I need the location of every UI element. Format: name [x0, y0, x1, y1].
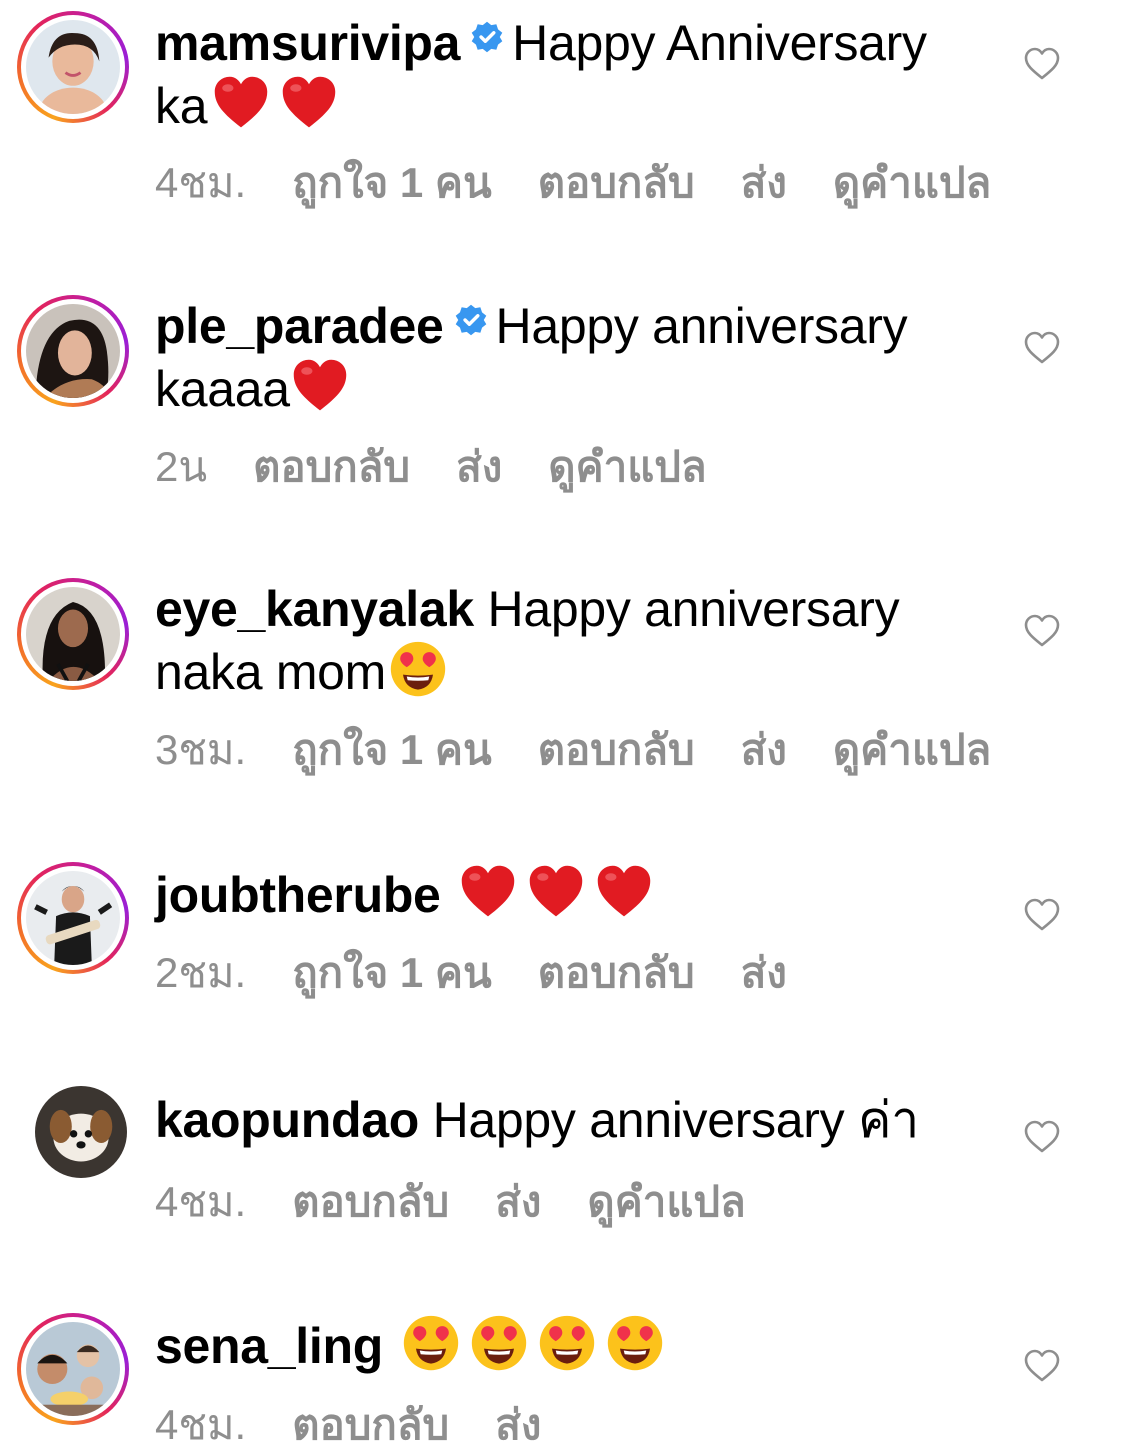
- comment-body: ple_paradee Happy anniversary kaaaa: [155, 296, 985, 419]
- heart-outline-icon[interactable]: [1022, 1117, 1062, 1157]
- username[interactable]: joubtherube: [155, 867, 441, 923]
- reply-button[interactable]: ตอบกลับ: [253, 443, 410, 490]
- red-heart-emoji: [279, 73, 339, 133]
- comment-body: joubtherube: [155, 862, 985, 925]
- comment-meta: 4ชม. ตอบกลับ ส่ง: [155, 1400, 541, 1450]
- red-heart-emoji: [211, 73, 271, 133]
- timestamp: 2ชม.: [155, 949, 247, 996]
- verified-badge-icon: [454, 303, 488, 337]
- heart-eyes-emoji: [605, 1313, 665, 1373]
- comment-meta: 2น ตอบกลับ ส่ง ดูคำแปล: [155, 442, 707, 492]
- heart-outline-icon[interactable]: [1022, 328, 1062, 368]
- send-button[interactable]: ส่ง: [495, 1178, 541, 1225]
- username[interactable]: sena_ling: [155, 1318, 383, 1374]
- username[interactable]: kaopundao: [155, 1092, 419, 1148]
- red-heart-emoji: [594, 862, 654, 922]
- avatar: [26, 871, 120, 965]
- heart-outline-icon[interactable]: [1022, 895, 1062, 935]
- comment-body: kaopundao Happy anniversary ค่า: [155, 1090, 985, 1150]
- heart-outline-icon[interactable]: [1022, 44, 1062, 84]
- red-heart-emoji: [526, 862, 586, 922]
- username[interactable]: mamsurivipa: [155, 15, 460, 71]
- avatar: [26, 304, 120, 398]
- username[interactable]: ple_paradee: [155, 298, 444, 354]
- timestamp: 4ชม.: [155, 159, 247, 206]
- reply-button[interactable]: ตอบกลับ: [538, 949, 695, 996]
- comment-body: mamsurivipa Happy Anniversary ka: [155, 13, 985, 136]
- send-button[interactable]: ส่ง: [456, 443, 502, 490]
- likes-count[interactable]: ถูกใจ 1 คน: [292, 726, 491, 773]
- send-button[interactable]: ส่ง: [741, 949, 787, 996]
- reply-button[interactable]: ตอบกลับ: [538, 159, 695, 206]
- reply-button[interactable]: ตอบกลับ: [538, 726, 695, 773]
- comment-text: Happy anniversary ค่า: [432, 1092, 920, 1148]
- avatar: [26, 587, 120, 681]
- heart-eyes-emoji: [388, 639, 448, 699]
- avatar-story-ring[interactable]: [17, 578, 129, 690]
- avatar: [35, 1086, 127, 1178]
- comment-meta: 2ชม. ถูกใจ 1 คน ตอบกลับ ส่ง: [155, 948, 787, 998]
- heart-eyes-emoji: [469, 1313, 529, 1373]
- red-heart-emoji: [458, 862, 518, 922]
- avatar-story-ring[interactable]: [17, 1313, 129, 1425]
- comment-meta: 3ชม. ถูกใจ 1 คน ตอบกลับ ส่ง ดูคำแปล: [155, 725, 991, 775]
- heart-eyes-emoji: [401, 1313, 461, 1373]
- timestamp: 4ชม.: [155, 1178, 247, 1225]
- comment-body: sena_ling: [155, 1313, 985, 1376]
- send-button[interactable]: ส่ง: [495, 1401, 541, 1448]
- translate-button[interactable]: ดูคำแปล: [833, 726, 991, 773]
- avatar-story-ring[interactable]: [17, 862, 129, 974]
- heart-eyes-emoji: [537, 1313, 597, 1373]
- timestamp: 4ชม.: [155, 1401, 247, 1448]
- likes-count[interactable]: ถูกใจ 1 คน: [292, 159, 491, 206]
- translate-button[interactable]: ดูคำแปล: [587, 1178, 745, 1225]
- translate-button[interactable]: ดูคำแปล: [548, 443, 706, 490]
- username[interactable]: eye_kanyalak: [155, 581, 474, 637]
- translate-button[interactable]: ดูคำแปล: [833, 159, 991, 206]
- comment-body: eye_kanyalak Happy anniversary naka mom: [155, 579, 985, 702]
- heart-outline-icon[interactable]: [1022, 1346, 1062, 1386]
- avatar: [26, 20, 120, 114]
- avatar: [26, 1322, 120, 1416]
- reply-button[interactable]: ตอบกลับ: [292, 1178, 449, 1225]
- send-button[interactable]: ส่ง: [741, 726, 787, 773]
- heart-outline-icon[interactable]: [1022, 611, 1062, 651]
- comment-meta: 4ชม. ถูกใจ 1 คน ตอบกลับ ส่ง ดูคำแปล: [155, 158, 991, 208]
- avatar-plain[interactable]: [35, 1086, 127, 1178]
- verified-badge-icon: [470, 20, 504, 54]
- timestamp: 3ชม.: [155, 726, 247, 773]
- red-heart-emoji: [290, 356, 350, 416]
- send-button[interactable]: ส่ง: [741, 159, 787, 206]
- likes-count[interactable]: ถูกใจ 1 คน: [292, 949, 491, 996]
- timestamp: 2น: [155, 443, 208, 490]
- avatar-story-ring[interactable]: [17, 11, 129, 123]
- reply-button[interactable]: ตอบกลับ: [292, 1401, 449, 1448]
- avatar-story-ring[interactable]: [17, 295, 129, 407]
- comment-meta: 4ชม. ตอบกลับ ส่ง ดูคำแปล: [155, 1177, 746, 1227]
